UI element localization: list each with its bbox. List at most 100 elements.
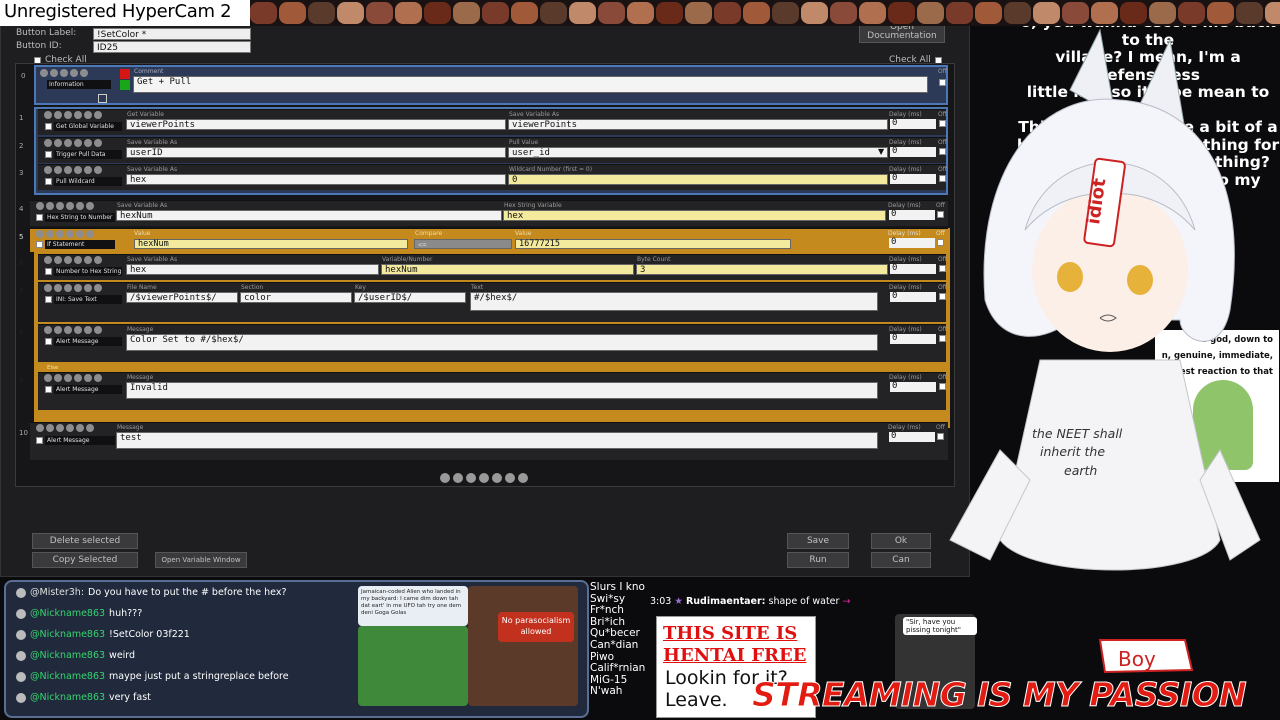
emote-icon (685, 2, 712, 24)
row-checkbox[interactable] (45, 268, 52, 275)
delay-input[interactable]: 0 (889, 432, 935, 442)
grid-icon[interactable] (98, 94, 107, 103)
section-input[interactable]: color (240, 292, 352, 303)
row-number: 4 (19, 205, 24, 213)
message-input[interactable]: Invalid (126, 382, 878, 399)
key-input[interactable]: /$userID$/ (354, 292, 466, 303)
run-button[interactable]: Run (787, 552, 849, 568)
action-row-8[interactable]: 8 Alert Message Message Color Set to #/$… (19, 324, 947, 362)
variable-number-input[interactable]: hexNum (381, 264, 634, 275)
color-swatch-red[interactable] (120, 69, 130, 79)
meme-image-right (468, 586, 578, 706)
field-label: Message (127, 374, 154, 381)
hex-string-input[interactable]: hex (503, 210, 886, 221)
action-row-3[interactable]: 3 Pull Wildcard Save Variable As hex Wil… (19, 164, 947, 190)
row-tool-icons[interactable] (44, 166, 102, 174)
action-type-tag: Alert Message (45, 436, 115, 445)
slur-item: N'wah (590, 685, 623, 698)
compare-select[interactable]: <= (414, 239, 512, 249)
ok-button[interactable]: Ok (871, 533, 931, 549)
color-swatch-green[interactable] (120, 80, 130, 90)
comment-input[interactable]: Get + Pull (133, 76, 928, 93)
action-row-6[interactable]: 6 Number to Hex String Save Variable As … (19, 254, 947, 280)
user-icon (16, 671, 26, 682)
row-checkbox[interactable] (36, 241, 43, 248)
button-id-input[interactable]: ID25 (93, 41, 251, 53)
button-label-input[interactable]: !SetColor * (93, 28, 251, 40)
action-row-4[interactable]: 4 Hex String to Number Save Variable As … (19, 200, 948, 226)
delay-label: Delay (ms) (889, 139, 922, 146)
chat-highlight: 3:03 ★ Rudimaentaer: shape of water → (650, 596, 850, 607)
emote-icon (772, 2, 799, 24)
row-checkbox[interactable] (36, 437, 43, 444)
save-variable-input[interactable]: viewerPoints (508, 119, 888, 130)
action-row-5[interactable]: 5 If Statement Value hexNum Compare <= V… (19, 228, 948, 252)
chevron-down-icon[interactable]: ▼ (878, 147, 884, 156)
message-input[interactable]: Color Set to #/$hex$/ (126, 334, 878, 351)
save-button[interactable]: Save (787, 533, 849, 549)
emote-icon (279, 2, 306, 24)
action-row-2[interactable]: 2 Trigger Pull Data Save Variable As use… (19, 137, 947, 163)
action-row-9[interactable]: 9 Alert Message Message Invalid Delay (m… (19, 372, 947, 410)
delay-input[interactable]: 0 (889, 238, 935, 248)
action-row-0[interactable]: 0 Information Comment Get + Pull Off (21, 65, 948, 105)
row-tool-icons[interactable] (44, 111, 102, 119)
cancel-button[interactable]: Can (871, 552, 931, 568)
row-checkbox[interactable] (45, 123, 52, 130)
byte-count-input[interactable]: 3 (636, 264, 888, 275)
pull-value-select[interactable]: user_id (508, 147, 888, 158)
row-tool-icons[interactable] (40, 69, 88, 77)
chat-message: @Nickname863 maype just put a stringrepla… (16, 671, 289, 682)
emote-icon (714, 2, 741, 24)
open-variable-window-button[interactable]: Open Variable Window (155, 552, 247, 568)
text-input[interactable]: #/$hex$/ (470, 292, 878, 311)
wildcard-number-input[interactable]: 0 (508, 174, 888, 185)
copy-selected-button[interactable]: Copy Selected (32, 552, 138, 568)
list-toolbar-icons[interactable] (440, 473, 528, 483)
sign-line2: HENTAI FREE (663, 645, 807, 666)
row-tool-icons[interactable] (44, 326, 102, 334)
tail-tag: Boy (1118, 647, 1156, 671)
delay-input[interactable]: 0 (889, 210, 935, 220)
row-tool-icons[interactable] (44, 139, 102, 147)
row-checkbox[interactable] (45, 296, 52, 303)
delay-label: Delay (ms) (889, 284, 922, 291)
row-tool-icons[interactable] (36, 230, 94, 238)
arrow-icon: → (842, 596, 851, 607)
delay-label: Delay (ms) (889, 326, 922, 333)
row-checkbox[interactable] (36, 214, 43, 221)
row-tool-icons[interactable] (44, 374, 102, 382)
action-row-1[interactable]: 1 Get Global Variable Get Variable viewe… (19, 109, 947, 135)
if-value2-input[interactable]: 16777215 (515, 239, 791, 249)
save-variable-input[interactable]: hexNum (116, 210, 502, 221)
field-label: Save Variable As (127, 166, 178, 173)
row-checkbox[interactable] (45, 338, 52, 345)
row-number: 8 (19, 329, 24, 337)
slur-item: Slurs I kno (590, 581, 645, 593)
field-label: Save Variable As (509, 111, 560, 118)
message-input[interactable]: test (116, 432, 878, 449)
row-checkbox[interactable] (45, 151, 52, 158)
row-tool-icons[interactable] (36, 424, 94, 432)
emote-icon (801, 2, 828, 24)
if-value1-input[interactable]: hexNum (134, 239, 408, 249)
action-row-10[interactable]: 10 Alert Message Message test Delay (ms)… (19, 422, 948, 460)
row-tool-icons[interactable] (44, 256, 102, 264)
get-variable-input[interactable]: viewerPoints (126, 119, 506, 130)
emote-icon (482, 2, 509, 24)
user-icon (16, 629, 26, 640)
file-name-input[interactable]: /$viewerPoints$/ (126, 292, 238, 303)
field-label: Pull Value (509, 139, 539, 146)
field-label: Save Variable As (127, 139, 178, 146)
save-variable-input[interactable]: userID (126, 147, 506, 158)
delay-label: Delay (ms) (889, 111, 922, 118)
emote-icon (1091, 2, 1118, 24)
delete-selected-button[interactable]: Delete selected (32, 533, 138, 549)
row-tool-icons[interactable] (36, 202, 94, 210)
save-variable-input[interactable]: hex (126, 264, 379, 275)
row-tool-icons[interactable] (44, 284, 102, 292)
row-checkbox[interactable] (45, 386, 52, 393)
save-variable-input[interactable]: hex (126, 174, 506, 185)
action-row-7[interactable]: 7 INI: Save Text File Name /$viewerPoint… (19, 282, 947, 322)
row-checkbox[interactable] (45, 178, 52, 185)
